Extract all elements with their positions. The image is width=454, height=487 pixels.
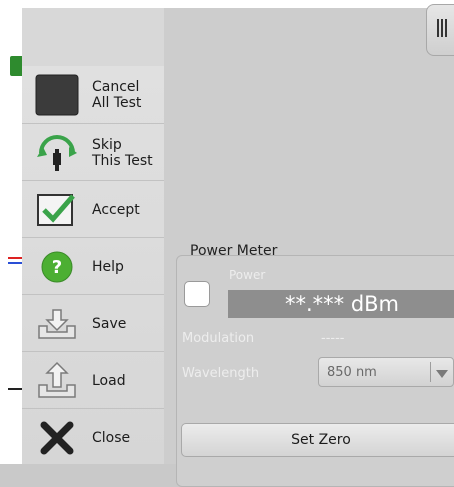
grip-bar-3 bbox=[445, 19, 447, 37]
top-strip bbox=[0, 0, 454, 8]
cancel-square-icon bbox=[34, 72, 80, 118]
wavelength-value: 850 nm bbox=[327, 365, 377, 380]
help-label: Help bbox=[92, 258, 124, 275]
modulation-value: ----- bbox=[321, 331, 345, 346]
graph-red-trace bbox=[8, 257, 22, 259]
graph-blue-trace bbox=[8, 262, 22, 264]
graph-axis-tick bbox=[8, 388, 22, 390]
panel-tab-handle[interactable] bbox=[426, 4, 454, 56]
power-meter-title: Power Meter bbox=[190, 243, 278, 259]
checkmark-box-icon bbox=[34, 187, 80, 233]
cancel-all-test-button[interactable]: Cancel All Test bbox=[22, 66, 164, 123]
chevron-down-icon bbox=[435, 366, 449, 380]
modulation-label: Modulation bbox=[182, 331, 255, 346]
close-label: Close bbox=[92, 429, 131, 446]
load-label: Load bbox=[92, 372, 126, 389]
accept-button[interactable]: Accept bbox=[22, 180, 164, 238]
accept-label: Accept bbox=[92, 201, 140, 218]
close-button[interactable]: Close bbox=[22, 408, 164, 466]
grip-bar-2 bbox=[441, 19, 443, 37]
cancel-all-test-label: Cancel All Test bbox=[92, 78, 142, 111]
skip-arc-icon bbox=[34, 130, 80, 176]
power-readout: **.*** dBm bbox=[228, 290, 454, 318]
tray-up-arrow-icon bbox=[34, 358, 80, 404]
wavelength-select[interactable]: 850 nm bbox=[318, 357, 454, 387]
skip-this-test-button[interactable]: Skip This Test bbox=[22, 123, 164, 181]
grip-bar-1 bbox=[437, 19, 439, 37]
wavelength-label: Wavelength bbox=[182, 366, 260, 381]
background-graph bbox=[0, 0, 24, 464]
save-button[interactable]: Save bbox=[22, 294, 164, 352]
save-label: Save bbox=[92, 315, 127, 332]
power-label: Power bbox=[229, 268, 266, 282]
load-button[interactable]: Load bbox=[22, 351, 164, 409]
x-close-icon bbox=[34, 415, 80, 461]
svg-text:?: ? bbox=[52, 257, 62, 278]
question-circle-icon: ? bbox=[34, 244, 80, 290]
help-button[interactable]: ? Help bbox=[22, 237, 164, 295]
tray-down-arrow-icon bbox=[34, 301, 80, 347]
skip-this-test-label: Skip This Test bbox=[92, 136, 153, 169]
select-divider bbox=[430, 362, 431, 382]
side-menu: Cancel All Test Skip This Test Accept ? … bbox=[22, 66, 165, 464]
power-enable-checkbox[interactable] bbox=[184, 281, 210, 307]
set-zero-button[interactable]: Set Zero bbox=[181, 423, 454, 457]
menu-header bbox=[22, 8, 165, 66]
